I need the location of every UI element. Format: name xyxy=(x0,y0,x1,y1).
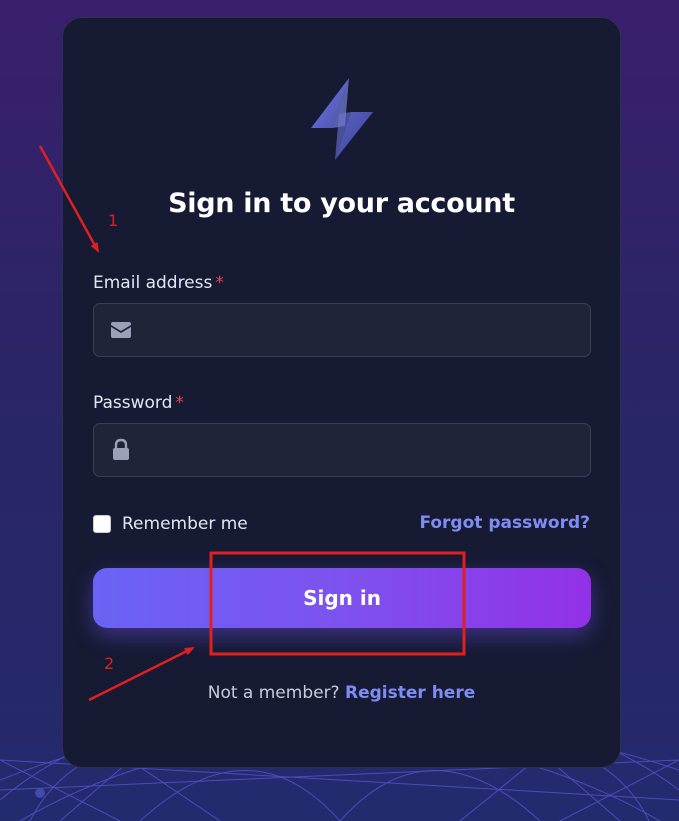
email-label-text: Email address xyxy=(93,273,213,293)
forgot-password-link[interactable]: Forgot password? xyxy=(419,513,590,533)
email-required-mark: * xyxy=(215,273,224,293)
password-field[interactable] xyxy=(93,423,591,478)
register-prompt-text: Not a member? xyxy=(207,683,340,703)
remember-checkbox[interactable] xyxy=(93,515,111,533)
bolt-logo-icon xyxy=(311,78,373,160)
register-prompt: Not a member? Register here xyxy=(63,683,620,703)
remember-label: Remember me xyxy=(122,514,248,534)
envelope-icon xyxy=(111,322,131,338)
remember-me[interactable]: Remember me xyxy=(93,513,248,535)
annotation-number-1: 1 xyxy=(108,211,119,230)
password-label-text: Password xyxy=(93,393,173,413)
lock-icon xyxy=(113,438,129,460)
signin-card: Sign in to your account Email address * P… xyxy=(62,17,621,768)
email-label: Email address * xyxy=(93,273,224,293)
signin-button[interactable]: Sign in xyxy=(93,568,591,628)
password-label: Password * xyxy=(93,393,184,413)
password-required-mark: * xyxy=(175,393,184,413)
register-link[interactable]: Register here xyxy=(345,683,475,703)
email-input[interactable] xyxy=(142,304,586,358)
annotation-number-2: 2 xyxy=(104,654,115,673)
password-input[interactable] xyxy=(142,424,586,478)
page-title: Sign in to your account xyxy=(168,188,515,219)
email-field[interactable] xyxy=(93,303,591,358)
